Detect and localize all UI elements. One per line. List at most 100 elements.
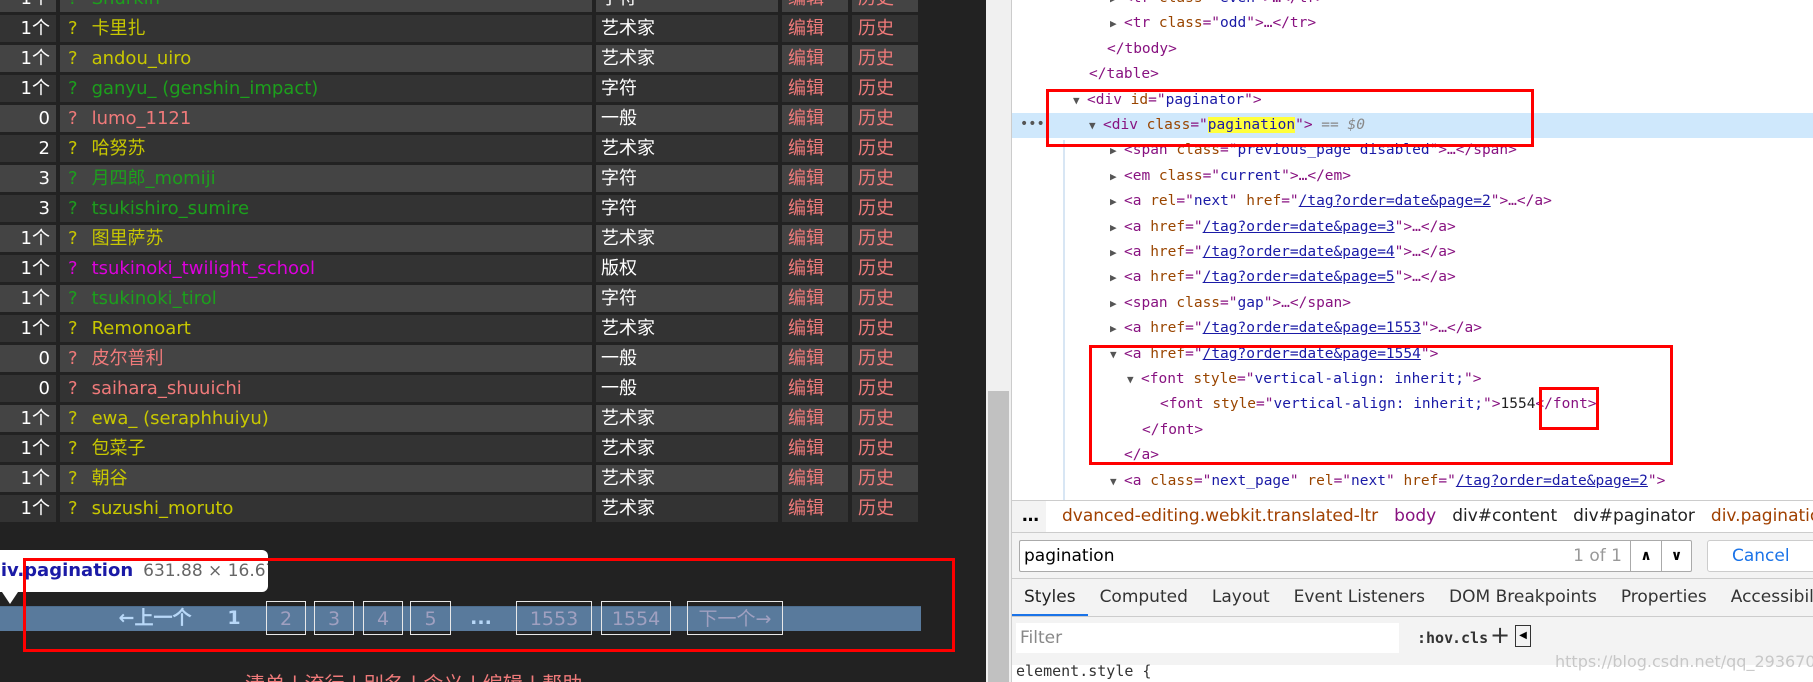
tag-link[interactable]: 卡里扎 xyxy=(92,18,146,39)
edit-link[interactable]: 编辑 xyxy=(782,285,848,312)
footer-links[interactable]: 清单 | 流行 | 别名 | 含义 | 编辑 | 帮助 xyxy=(245,668,582,682)
dom-search-input[interactable]: pagination 1 of 1 xyxy=(1019,540,1630,572)
tab-accessibility[interactable]: Accessibility xyxy=(1719,579,1813,616)
tag-wiki-link[interactable]: ? xyxy=(68,408,78,429)
tag-link[interactable]: tsukinoki_twilight_school xyxy=(92,258,316,279)
tag-link[interactable]: Shurkin xyxy=(92,0,160,9)
search-cancel-button[interactable]: Cancel xyxy=(1707,540,1813,572)
dom-attr-link[interactable]: /tag?order=date&page=5 xyxy=(1203,269,1395,285)
edit-link[interactable]: 编辑 xyxy=(782,345,848,372)
edit-link[interactable]: 编辑 xyxy=(782,255,848,282)
breadcrumb-paginator[interactable]: div#paginator xyxy=(1573,506,1695,526)
tag-wiki-link[interactable]: ? xyxy=(68,318,78,339)
search-previous-button[interactable]: ∧ xyxy=(1630,540,1661,572)
edit-link[interactable]: 编辑 xyxy=(782,0,848,12)
dom-node-line[interactable]: ▼ <div class="pagination"> == $0 xyxy=(1012,113,1813,138)
dom-node-line[interactable]: ▶ <a rel="next" href="/tag?order=date&pag… xyxy=(1012,189,1813,214)
expand-triangle-icon[interactable]: ▶ xyxy=(1110,11,1124,36)
class-toggle-button[interactable]: .cls xyxy=(1452,623,1488,653)
history-link[interactable]: 历史 xyxy=(852,195,918,222)
history-link[interactable]: 历史 xyxy=(852,285,918,312)
history-link[interactable]: 历史 xyxy=(852,225,918,252)
more-options-icon[interactable]: ••• xyxy=(1020,112,1045,137)
tag-link[interactable]: tsukinoki_tirol xyxy=(92,288,217,309)
tag-wiki-link[interactable]: ? xyxy=(68,108,78,129)
dom-node-line[interactable]: ▶<tr class="even">…</tr> xyxy=(1012,0,1813,11)
history-link[interactable]: 历史 xyxy=(852,105,918,132)
tab-dom-breakpoints[interactable]: DOM Breakpoints xyxy=(1437,579,1609,616)
dom-attr-link[interactable]: /tag?order=date&page=4 xyxy=(1203,244,1395,260)
tag-link[interactable]: saihara_shuuichi xyxy=(92,378,242,399)
history-link[interactable]: 历史 xyxy=(852,45,918,72)
tag-wiki-link[interactable]: ? xyxy=(68,138,78,159)
edit-link[interactable]: 编辑 xyxy=(782,45,848,72)
page-link-3[interactable]: 3 xyxy=(314,601,354,635)
tag-link[interactable]: ganyu_ (genshin_impact) xyxy=(92,78,319,99)
dom-node-line[interactable]: ▶ <a href="/tag?order=date&page=4">…</a> xyxy=(1012,240,1813,265)
dom-node-line[interactable]: ▼ <a class="next_page" rel="next" href="/… xyxy=(1012,469,1813,494)
expand-triangle-open-icon[interactable]: ▼ xyxy=(1110,469,1124,494)
dom-node-line[interactable]: ▶ <em class="current">…</em> xyxy=(1012,164,1813,189)
tab-layout[interactable]: Layout xyxy=(1200,579,1282,616)
history-link[interactable]: 历史 xyxy=(852,135,918,162)
dom-node-line[interactable]: </table> xyxy=(1012,62,1813,87)
edit-link[interactable]: 编辑 xyxy=(782,405,848,432)
expand-triangle-open-icon[interactable]: ▼ xyxy=(1127,367,1141,392)
page-link-2[interactable]: 2 xyxy=(266,601,306,635)
history-link[interactable]: 历史 xyxy=(852,15,918,42)
next-page-link[interactable]: 下一个→ xyxy=(687,601,783,635)
edit-link[interactable]: 编辑 xyxy=(782,225,848,252)
tag-link[interactable]: 月四郎_momiji xyxy=(92,168,216,189)
tag-link[interactable]: suzushi_moruto xyxy=(92,498,234,519)
dom-node-line[interactable]: </a> xyxy=(1012,443,1813,468)
history-link[interactable]: 历史 xyxy=(852,75,918,102)
tag-link[interactable]: 包菜子 xyxy=(92,438,146,459)
history-link[interactable]: 历史 xyxy=(852,435,918,462)
tag-wiki-link[interactable]: ? xyxy=(68,78,78,99)
expand-triangle-open-icon[interactable]: ▼ xyxy=(1089,113,1103,138)
dom-attr-link[interactable]: /tag?order=date&page=2 xyxy=(1456,473,1648,489)
expand-triangle-icon[interactable]: ▶ xyxy=(1110,316,1124,341)
styles-filter-input[interactable]: Filter xyxy=(1016,623,1399,653)
history-link[interactable]: 历史 xyxy=(852,315,918,342)
edit-link[interactable]: 编辑 xyxy=(782,195,848,222)
history-link[interactable]: 历史 xyxy=(852,375,918,402)
dom-attr-link[interactable]: /tag?order=date&page=3 xyxy=(1203,219,1395,235)
tag-link[interactable]: Remonoart xyxy=(92,318,191,339)
tag-link[interactable]: tsukishiro_sumire xyxy=(92,198,249,219)
tag-link[interactable]: lumo_1121 xyxy=(92,108,192,129)
tag-wiki-link[interactable]: ? xyxy=(68,168,78,189)
tag-link[interactable]: andou_uiro xyxy=(92,48,192,69)
dom-node-line[interactable]: ▶ <a href="/tag?order=date&page=3">…</a> xyxy=(1012,215,1813,240)
tag-wiki-link[interactable]: ? xyxy=(68,378,78,399)
search-next-button[interactable]: ∨ xyxy=(1661,540,1692,572)
new-rule-plus-icon[interactable]: + xyxy=(1490,621,1510,649)
dom-attr-link[interactable]: /tag?order=date&page=1554 xyxy=(1203,346,1421,362)
tab-event-listeners[interactable]: Event Listeners xyxy=(1282,579,1437,616)
page-link-4[interactable]: 4 xyxy=(363,601,403,635)
dom-node-line[interactable]: ▶ <a href="/tag?order=date&page=5">…</a> xyxy=(1012,265,1813,290)
edit-link[interactable]: 编辑 xyxy=(782,315,848,342)
tag-wiki-link[interactable]: ? xyxy=(68,258,78,279)
tab-styles[interactable]: Styles xyxy=(1012,579,1088,616)
hover-state-button[interactable]: :hov xyxy=(1417,623,1453,653)
breadcrumb-pagination[interactable]: div.pagination xyxy=(1711,506,1813,526)
tab-computed[interactable]: Computed xyxy=(1088,579,1200,616)
edit-link[interactable]: 编辑 xyxy=(782,15,848,42)
dom-node-line[interactable]: ▶ <span class="previous_page disabled">…<… xyxy=(1012,138,1813,163)
expand-triangle-icon[interactable]: ▶ xyxy=(1110,0,1124,11)
page-link-5[interactable]: 5 xyxy=(410,601,451,635)
toggle-sidebar-icon[interactable]: ◀ xyxy=(1515,625,1531,647)
expand-triangle-icon[interactable]: ▶ xyxy=(1110,138,1124,163)
history-link[interactable]: 历史 xyxy=(852,345,918,372)
dom-attr-link[interactable]: /tag?order=date&page=1553 xyxy=(1203,320,1421,336)
tag-link[interactable]: ewa_ (seraphhuiyu) xyxy=(92,408,269,429)
tag-wiki-link[interactable]: ? xyxy=(68,468,78,489)
edit-link[interactable]: 编辑 xyxy=(782,465,848,492)
history-link[interactable]: 历史 xyxy=(852,465,918,492)
breadcrumb-html[interactable]: dvanced-editing.webkit.translated-ltr xyxy=(1062,506,1378,526)
history-link[interactable]: 历史 xyxy=(852,495,918,522)
page-link-1553[interactable]: 1553 xyxy=(516,601,592,635)
expand-triangle-icon[interactable]: ▶ xyxy=(1110,265,1124,290)
dom-node-line[interactable]: ▼ <div id="paginator"> xyxy=(1012,88,1813,113)
